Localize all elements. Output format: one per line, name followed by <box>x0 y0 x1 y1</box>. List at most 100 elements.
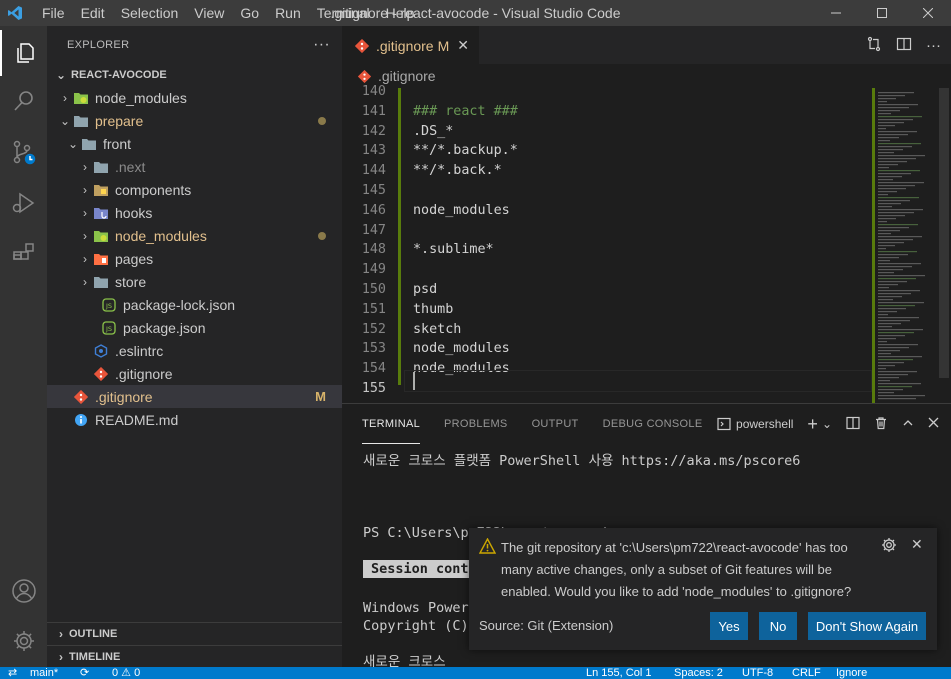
line-text: sketch <box>413 321 462 337</box>
menu-item-help[interactable]: Help <box>378 0 423 26</box>
cursor-position[interactable]: Ln 155, Col 1 <box>586 667 651 679</box>
menu-item-file[interactable]: File <box>34 0 73 26</box>
encoding-status[interactable]: UTF-8 <box>742 667 773 679</box>
tree-item-gitignore[interactable]: .gitignore M <box>47 385 342 408</box>
tree-item-pages[interactable]: › pages <box>47 247 342 270</box>
git-file-icon <box>73 389 89 405</box>
file-tree: › node_modules ⌄ prepare ⌄ front › .next › compon… <box>47 86 342 431</box>
tab-debug-console[interactable]: DEBUG CONSOLE <box>603 404 703 444</box>
settings-gear-icon[interactable] <box>0 618 47 664</box>
chevron-right-icon: › <box>59 626 63 641</box>
outline-section[interactable]: › OUTLINE <box>47 622 342 644</box>
activity-bar <box>0 26 47 667</box>
line-text: psd <box>413 282 438 297</box>
more-actions-icon[interactable]: ··· <box>313 36 330 54</box>
source-control-icon[interactable] <box>0 130 47 176</box>
components-folder-icon <box>93 182 109 198</box>
maximize-button[interactable] <box>859 0 905 26</box>
no-button[interactable]: No <box>759 612 797 640</box>
menu-item-run[interactable]: Run <box>267 0 309 26</box>
remote-icon[interactable]: ⇄ <box>8 667 17 679</box>
outline-label: OUTLINE <box>69 627 118 640</box>
sync-icon[interactable]: ⟳ <box>80 667 89 679</box>
code-line: 152 sketch <box>342 320 872 340</box>
tree-item-package-lock-json[interactable]: JS package-lock.json <box>47 293 342 316</box>
code-line: 149 <box>342 260 872 280</box>
tree-item-store[interactable]: › store <box>47 270 342 293</box>
tree-item-node-modules[interactable]: › node_modules <box>47 86 342 109</box>
tree-item-eslintrc[interactable]: .eslintrc <box>47 339 342 362</box>
tree-item-package-json[interactable]: JS package.json <box>47 316 342 339</box>
explorer-icon[interactable] <box>0 30 47 76</box>
terminal-icon <box>717 417 731 431</box>
workspace-root[interactable]: ⌄ REACT-AVOCODE <box>47 64 342 86</box>
tab-gitignore[interactable]: .gitignore M ✕ <box>342 26 479 64</box>
terminal-selector[interactable]: powershell <box>717 417 793 431</box>
line-number: 140 <box>361 84 386 99</box>
tree-item-node-modules[interactable]: › node_modules <box>47 224 342 247</box>
line-number: 144 <box>361 163 386 179</box>
extensions-icon[interactable] <box>0 230 47 276</box>
tab-problems[interactable]: PROBLEMS <box>444 404 508 444</box>
close-icon[interactable]: ✕ <box>457 37 469 54</box>
menu-item-view[interactable]: View <box>186 0 232 26</box>
tree-item-gitignore[interactable]: .gitignore <box>47 362 342 385</box>
tree-item-front[interactable]: ⌄ front <box>47 132 342 155</box>
json-file-icon: JS <box>101 297 117 313</box>
tree-item-next[interactable]: › .next <box>47 155 342 178</box>
menu-item-edit[interactable]: Edit <box>73 0 113 26</box>
close-panel-icon[interactable] <box>928 417 939 431</box>
tree-item-prepare[interactable]: ⌄ prepare <box>47 109 342 132</box>
pages-folder-icon <box>93 251 109 267</box>
branch-status[interactable]: main* <box>30 667 58 679</box>
more-actions-icon[interactable]: ··· <box>926 37 941 54</box>
code-editor[interactable]: 140 141 ### react ### 142 .DS_* 143 **/*.backu… <box>342 84 872 403</box>
chevron-right-icon: › <box>83 205 87 220</box>
code-line: 140 <box>342 82 872 102</box>
vscode-window: File Edit Selection View Go Run Terminal Help .… <box>0 0 951 679</box>
line-number: 148 <box>361 242 386 258</box>
tree-item-readme-md[interactable]: README.md <box>47 408 342 431</box>
minimize-button[interactable] <box>813 0 859 26</box>
tree-item-label: components <box>115 181 192 198</box>
timeline-section[interactable]: › TIMELINE <box>47 645 342 667</box>
search-icon[interactable] <box>0 78 47 124</box>
tab-output[interactable]: OUTPUT <box>532 404 579 444</box>
dont-show-again-button[interactable]: Don't Show Again <box>808 612 926 640</box>
notification-message: The git repository at 'c:\Users\pm722\re… <box>501 540 852 599</box>
open-changes-icon[interactable] <box>866 36 882 55</box>
trash-icon[interactable] <box>874 416 888 433</box>
close-icon[interactable]: ✕ <box>911 536 923 553</box>
run-debug-icon[interactable] <box>0 180 47 226</box>
line-text: *.sublime* <box>413 242 494 258</box>
split-terminal-icon[interactable] <box>846 416 860 433</box>
line-number: 149 <box>361 262 386 278</box>
menu-item-terminal[interactable]: Terminal <box>309 0 378 26</box>
indentation-status[interactable]: Spaces: 2 <box>674 667 723 679</box>
yes-button[interactable]: Yes <box>710 612 748 640</box>
maximize-panel-icon[interactable] <box>902 417 914 432</box>
problems-status[interactable]: 0 ⚠ 0 <box>112 667 140 679</box>
line-text: .DS_* <box>413 123 454 139</box>
language-mode[interactable]: Ignore <box>836 667 867 679</box>
line-number: 145 <box>361 183 386 198</box>
editor-tabs: .gitignore M ✕ ··· <box>342 26 951 64</box>
tree-item-hooks[interactable]: › hooks <box>47 201 342 224</box>
account-icon[interactable] <box>0 568 47 614</box>
gear-icon[interactable] <box>881 537 897 556</box>
modified-badge: M <box>315 389 326 404</box>
code-line: 153 node_modules <box>342 339 872 359</box>
editor-scrollbar[interactable] <box>937 88 951 403</box>
close-window-button[interactable] <box>905 0 951 26</box>
tree-item-label: store <box>115 273 147 290</box>
minimap[interactable] <box>872 88 938 403</box>
menu-item-selection[interactable]: Selection <box>113 0 187 26</box>
menu-item-go[interactable]: Go <box>232 0 267 26</box>
split-editor-icon[interactable] <box>896 36 912 55</box>
eol-status[interactable]: CRLF <box>792 667 821 679</box>
tab-terminal[interactable]: TERMINAL <box>362 404 421 444</box>
new-terminal-icon[interactable]: + <box>807 415 818 433</box>
chevron-down-icon[interactable]: ⌄ <box>822 417 832 431</box>
tree-item-components[interactable]: › components <box>47 178 342 201</box>
chevron-down-icon: ⌄ <box>59 113 71 128</box>
